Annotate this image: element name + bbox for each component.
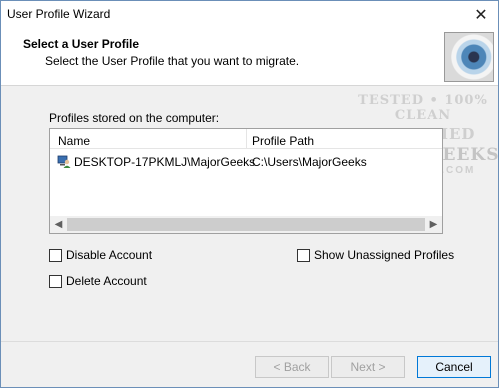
wizard-header: Select a User Profile Select the User Pr… [1,29,498,86]
user-profile-icon [57,155,71,168]
title-bar: User Profile Wizard ✕ [1,1,498,29]
window-title: User Profile Wizard [7,7,111,21]
profile-path: C:\Users\MajorGeeks [252,155,367,169]
wizard-window: User Profile Wizard ✕ Select a User Prof… [0,0,499,388]
list-header: Name Profile Path [50,129,442,149]
show-unassigned-checkbox[interactable]: Show Unassigned Profiles [297,248,454,262]
scroll-left-icon[interactable]: ◀ [50,216,67,233]
next-button[interactable]: Next > [331,356,405,378]
cancel-button[interactable]: Cancel [417,356,491,378]
column-header-name[interactable]: Name [58,134,90,148]
list-item[interactable]: DESKTOP-17PKMLJ\MajorGeeks C:\Users\Majo… [50,153,442,171]
eye-icon [444,32,494,82]
close-icon[interactable]: ✕ [470,4,492,26]
column-header-path[interactable]: Profile Path [252,134,314,148]
checkbox-box[interactable] [297,248,310,262]
profiles-list[interactable]: Name Profile Path DESKTOP-17PKMLJ\MajorG… [49,128,443,234]
checkbox-box[interactable] [49,248,62,262]
show-unassigned-label: Show Unassigned Profiles [314,248,455,262]
scrollbar-thumb[interactable] [67,218,425,231]
delete-account-label: Delete Account [66,274,147,288]
watermark-line-1: TESTED • 100% CLEAN [358,93,488,123]
profile-name: DESKTOP-17PKMLJ\MajorGeeks [74,155,256,169]
delete-account-checkbox[interactable]: Delete Account [49,274,147,288]
disable-account-checkbox[interactable]: Disable Account [49,248,152,262]
page-subtitle: Select the User Profile that you want to… [45,54,300,68]
checkbox-box[interactable] [49,274,62,288]
footer-divider [1,341,498,342]
profiles-label: Profiles stored on the computer: [49,111,220,125]
disable-account-label: Disable Account [66,248,153,262]
scroll-right-icon[interactable]: ▶ [425,216,442,233]
column-divider[interactable] [246,129,247,149]
page-title: Select a User Profile [23,37,140,51]
horizontal-scrollbar[interactable]: ◀ ▶ [50,216,442,233]
back-button[interactable]: < Back [255,356,329,378]
